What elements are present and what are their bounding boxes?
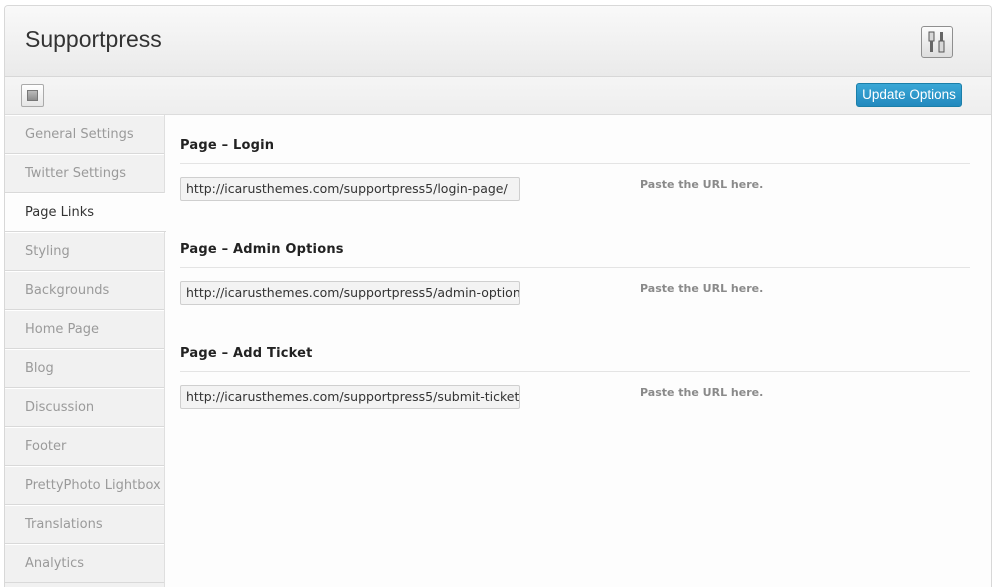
setting-section-admin-options: Page – Admin Options http://icarusthemes… — [180, 219, 970, 323]
section-title: Page – Add Ticket — [180, 346, 313, 361]
sidebar-item-blog[interactable]: Blog — [5, 349, 164, 388]
add-ticket-url-field[interactable]: http://icarusthemes.com/supportpress5/su… — [180, 385, 520, 409]
update-options-button[interactable]: Update Options — [856, 83, 962, 107]
header: Supportpress — [5, 6, 991, 77]
sidebar-item-general-settings[interactable]: General Settings — [5, 115, 164, 154]
divider — [180, 371, 970, 372]
admin-options-url-field[interactable]: http://icarusthemes.com/supportpress5/ad… — [180, 281, 520, 305]
help-text: Paste the URL here. — [640, 178, 764, 191]
main-content: Page – Login http://icarusthemes.com/sup… — [180, 115, 970, 427]
sidebar-item-twitter-settings[interactable]: Twitter Settings — [5, 154, 164, 193]
sidebar: General Settings Twitter Settings Page L… — [5, 115, 166, 587]
section-title: Page – Admin Options — [180, 242, 344, 257]
setting-section-add-ticket: Page – Add Ticket http://icarusthemes.co… — [180, 323, 970, 427]
panel-toggle-button[interactable] — [21, 84, 44, 107]
divider — [180, 163, 970, 164]
sidebar-item-discussion[interactable]: Discussion — [5, 388, 164, 427]
sidebar-item-translations[interactable]: Translations — [5, 505, 164, 544]
login-url-field[interactable]: http://icarusthemes.com/supportpress5/lo… — [180, 177, 520, 201]
setting-section-login: Page – Login http://icarusthemes.com/sup… — [180, 115, 970, 219]
sidebar-item-footer[interactable]: Footer — [5, 427, 164, 466]
sidebar-item-analytics[interactable]: Analytics — [5, 544, 164, 583]
sidebar-item-backgrounds[interactable]: Backgrounds — [5, 271, 164, 310]
sidebar-item-home-page[interactable]: Home Page — [5, 310, 164, 349]
sidebar-item-page-links[interactable]: Page Links — [5, 193, 166, 232]
sliders-icon — [921, 26, 953, 58]
panel-toggle-icon — [27, 90, 38, 101]
divider — [180, 267, 970, 268]
sidebar-item-styling[interactable]: Styling — [5, 232, 164, 271]
help-text: Paste the URL here. — [640, 282, 764, 295]
app-title: Supportpress — [25, 26, 162, 52]
sidebar-item-prettyphoto-lightbox[interactable]: PrettyPhoto Lightbox — [5, 466, 164, 505]
toolbar: Update Options — [5, 77, 991, 115]
options-panel: Supportpress Update Options General Sett… — [4, 5, 992, 587]
section-title: Page – Login — [180, 138, 275, 153]
help-text: Paste the URL here. — [640, 386, 764, 399]
